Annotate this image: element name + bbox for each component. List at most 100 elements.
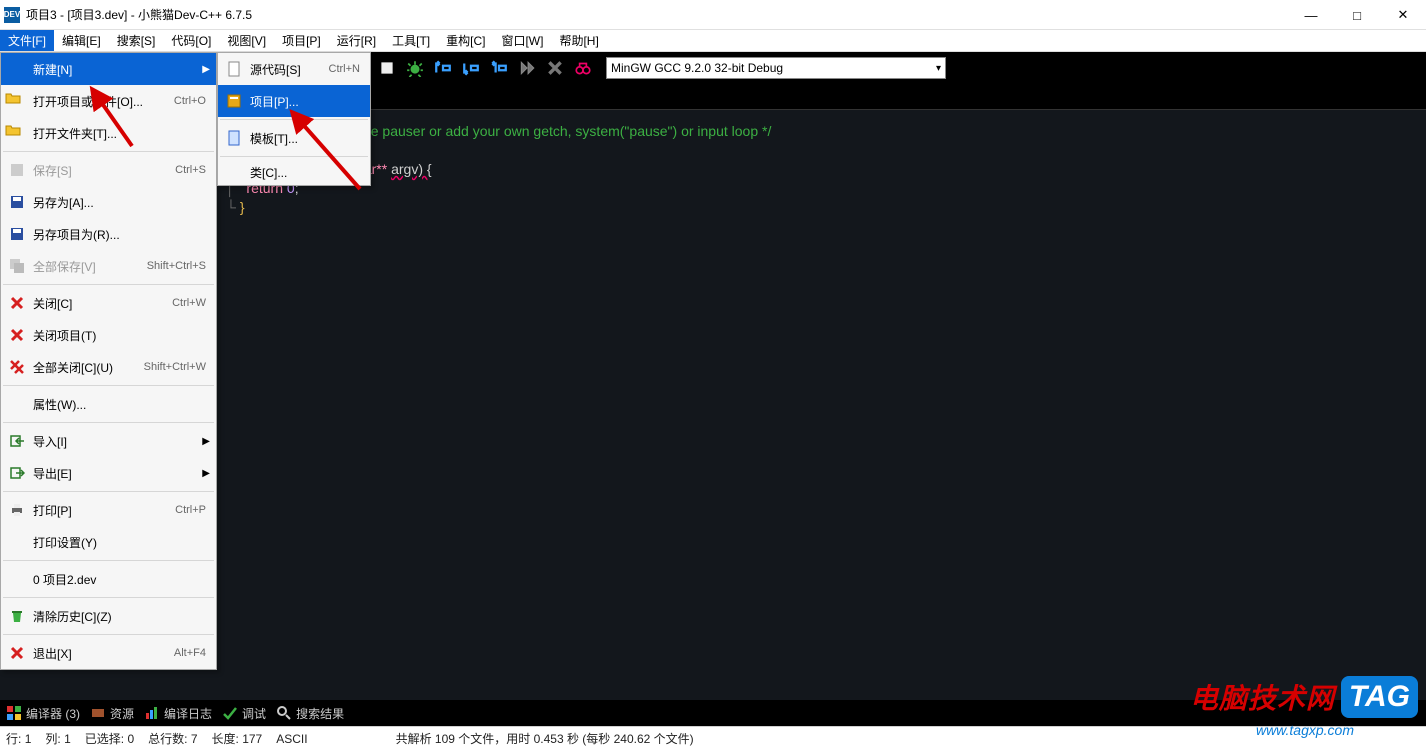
file-menu-new[interactable]: 新建[N] ▶: [1, 53, 216, 85]
menu-item-shortcut: Ctrl+P: [175, 504, 206, 516]
menu-item-label: 打开文件夹[T]...: [33, 125, 206, 142]
status-line: 行: 1: [6, 730, 31, 747]
menu-item-label: 全部保存[V]: [33, 258, 147, 275]
menu-search[interactable]: 搜索[S]: [109, 30, 164, 51]
menu-separator: [3, 284, 214, 285]
statusbar: 行: 1 列: 1 已选择: 0 总行数: 7 长度: 177 ASCII 共解…: [0, 726, 1426, 750]
status-col: 列: 1: [45, 730, 70, 747]
file-menu-save-all: 全部保存[V] Shift+Ctrl+S: [1, 250, 216, 282]
menu-separator: [3, 422, 214, 423]
menu-item-label: 属性(W)...: [33, 396, 206, 413]
submenu-arrow-icon: ▶: [202, 436, 210, 447]
status-len: 长度: 177: [212, 730, 263, 747]
file-menu-close-proj[interactable]: 关闭项目(T): [1, 319, 216, 351]
tab-search-results[interactable]: 搜索结果: [276, 705, 344, 722]
menu-item-label: 另存项目为(R)...: [33, 226, 206, 243]
close-button[interactable]: ✕: [1380, 0, 1426, 30]
file-menu-print[interactable]: 打印[P] Ctrl+P: [1, 494, 216, 526]
file-menu-open[interactable]: 打开项目或文件[O]... Ctrl+O: [1, 85, 216, 117]
menu-separator: [3, 634, 214, 635]
printer-icon: [5, 499, 29, 521]
floppy-icon: [5, 223, 29, 245]
menu-item-label: 关闭项目(T): [33, 327, 206, 344]
file-menu-save-as[interactable]: 另存为[A]...: [1, 186, 216, 218]
file-menu-import[interactable]: 导入[I] ▶: [1, 425, 216, 457]
menu-item-label: 全部关闭[C](U): [33, 359, 144, 376]
new-template[interactable]: 模板[T]...: [218, 122, 370, 154]
menu-file[interactable]: 文件[F]: [0, 30, 54, 51]
menu-project[interactable]: 项目[P]: [274, 30, 329, 51]
menu-item-shortcut: Ctrl+S: [175, 164, 206, 176]
check-icon: [222, 705, 238, 721]
tab-label: 调试: [242, 705, 266, 722]
minimize-button[interactable]: —: [1288, 0, 1334, 30]
menu-item-label: 打印设置(Y): [33, 534, 206, 551]
menu-item-label: 类[C]...: [250, 164, 360, 181]
menu-edit[interactable]: 编辑[E]: [54, 30, 109, 51]
tab-build-log[interactable]: 编译日志: [144, 705, 212, 722]
file-menu-properties[interactable]: 属性(W)...: [1, 388, 216, 420]
tab-compiler[interactable]: 编译器 (3): [6, 705, 80, 722]
new-submenu-dropdown: 源代码[S] Ctrl+N 项目[P]... 模板[T]... 类[C]...: [217, 52, 371, 186]
toolbar-stop-debug-icon[interactable]: [542, 55, 568, 81]
window-title: 项目3 - [项目3.dev] - 小熊猫Dev-C++ 6.7.5: [26, 6, 252, 23]
submenu-arrow-icon: ▶: [202, 64, 210, 75]
menu-item-shortcut: Alt+F4: [174, 647, 206, 659]
new-class[interactable]: 类[C]...: [218, 159, 370, 185]
code-brace: }: [240, 199, 245, 215]
folder-open-icon: [5, 90, 29, 112]
menu-item-shortcut: Shift+Ctrl+S: [147, 260, 206, 272]
toolbar-step-over-icon[interactable]: [430, 55, 456, 81]
menu-separator: [3, 597, 214, 598]
menu-item-label: 项目[P]...: [250, 93, 360, 110]
log-icon: [144, 705, 160, 721]
file-menu-close[interactable]: 关闭[C] Ctrl+W: [1, 287, 216, 319]
template-icon: [222, 127, 246, 149]
file-menu-close-all[interactable]: 全部关闭[C](U) Shift+Ctrl+W: [1, 351, 216, 383]
code-editor[interactable]: ream> ogram using the console pauser or …: [226, 84, 1426, 217]
menu-tools[interactable]: 工具[T]: [384, 30, 438, 51]
menu-run[interactable]: 运行[R]: [329, 30, 384, 51]
compiler-icon: [6, 705, 22, 721]
menu-view[interactable]: 视图[V]: [219, 30, 274, 51]
compiler-combo[interactable]: MinGW GCC 9.2.0 32-bit Debug ▾: [606, 57, 946, 79]
maximize-button[interactable]: □: [1334, 0, 1380, 30]
toolbar-continue-icon[interactable]: [514, 55, 540, 81]
document-icon: [222, 58, 246, 80]
menu-item-label: 模板[T]...: [250, 130, 360, 147]
toolbar-step-out-icon[interactable]: [486, 55, 512, 81]
file-menu-save-proj-as[interactable]: 另存项目为(R)...: [1, 218, 216, 250]
toolbar-step-into-icon[interactable]: [458, 55, 484, 81]
menu-separator: [3, 385, 214, 386]
menu-refactor[interactable]: 重构[C]: [438, 30, 493, 51]
tab-debug[interactable]: 调试: [222, 705, 266, 722]
close-icon: [5, 292, 29, 314]
toolbar-debug-icon[interactable]: [402, 55, 428, 81]
app-icon: DEV: [4, 7, 20, 23]
menu-help[interactable]: 帮助[H]: [551, 30, 606, 51]
file-menu-dropdown: 新建[N] ▶ 打开项目或文件[O]... Ctrl+O 打开文件夹[T]...…: [0, 52, 217, 670]
tab-resources[interactable]: 资源: [90, 705, 134, 722]
new-project[interactable]: 项目[P]...: [218, 85, 370, 117]
toolbar-memory-icon[interactable]: [570, 55, 596, 81]
file-menu-print-setup[interactable]: 打印设置(Y): [1, 526, 216, 558]
menu-code[interactable]: 代码[O]: [163, 30, 219, 51]
menu-item-label: 导入[I]: [33, 433, 206, 450]
resources-icon: [90, 705, 106, 721]
file-menu-clear-history[interactable]: 清除历史[C](Z): [1, 600, 216, 632]
file-menu-export[interactable]: 导出[E] ▶: [1, 457, 216, 489]
menu-item-label: 保存[S]: [33, 162, 175, 179]
menu-window[interactable]: 窗口[W]: [493, 30, 551, 51]
chevron-down-icon: ▾: [936, 63, 941, 74]
toolbar-stop-icon[interactable]: [374, 55, 400, 81]
new-source-code[interactable]: 源代码[S] Ctrl+N: [218, 53, 370, 85]
menu-separator: [3, 560, 214, 561]
file-menu-save: 保存[S] Ctrl+S: [1, 154, 216, 186]
file-menu-exit[interactable]: 退出[X] Alt+F4: [1, 637, 216, 669]
file-menu-open-folder[interactable]: 打开文件夹[T]...: [1, 117, 216, 149]
menu-item-shortcut: Ctrl+W: [172, 297, 206, 309]
compiler-combo-value: MinGW GCC 9.2.0 32-bit Debug: [611, 61, 783, 75]
menu-item-shortcut: Ctrl+N: [329, 63, 360, 75]
status-sel: 已选择: 0: [85, 730, 134, 747]
file-menu-recent-0[interactable]: 0 项目2.dev: [1, 563, 216, 595]
